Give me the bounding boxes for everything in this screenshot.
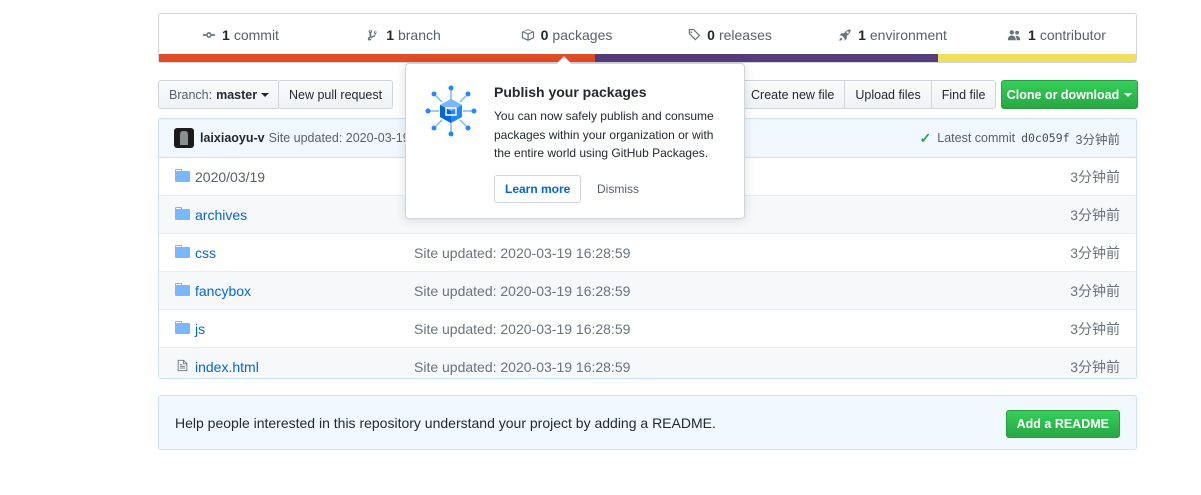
readme-prompt-text: Help people interested in this repositor… [175, 414, 716, 431]
packages-link[interactable]: 0 packages [485, 14, 648, 56]
table-row: css Site updated: 2020-03-19 16:28:59 3分… [159, 233, 1136, 271]
package-icon [521, 29, 534, 41]
folder-icon [175, 245, 190, 258]
check-icon: ✓ [919, 129, 932, 146]
file-name[interactable]: archives [195, 207, 247, 223]
commits-label: commit [233, 27, 279, 43]
packages-illustration-icon [425, 85, 477, 137]
add-readme-button[interactable]: Add a README [1005, 410, 1120, 438]
file-name[interactable]: fancybox [195, 283, 251, 299]
chevron-down-icon [1124, 92, 1133, 97]
file-age: 3分钟前 [1070, 320, 1120, 337]
file-age: 3分钟前 [1070, 168, 1120, 185]
latest-commit: ✓ Latest commit d0c059f 3分钟前 [920, 119, 1120, 157]
commit-icon [202, 32, 216, 38]
create-new-file-label: Create new file [751, 87, 835, 102]
file-name[interactable]: css [195, 245, 216, 261]
people-icon [1007, 30, 1021, 41]
folder-icon [175, 283, 190, 296]
clone-or-download-label: Clone or download [1006, 87, 1120, 102]
upload-files-label: Upload files [855, 87, 921, 102]
contributors-link[interactable]: 1 contributor [974, 14, 1138, 56]
branch-icon [367, 29, 377, 41]
file-age: 3分钟前 [1070, 206, 1120, 223]
file-actions-group: Create new file Upload files Find file [740, 80, 997, 109]
packages-popover: Publish your packages You can now safely… [405, 56, 745, 219]
find-file-label: Find file [941, 87, 986, 102]
latest-commit-label: Latest commit [937, 131, 1016, 145]
branch-name: master [216, 87, 258, 102]
packages-label: packages [552, 27, 613, 43]
tag-icon [688, 28, 701, 41]
commits-link[interactable]: 1 commit [159, 14, 322, 56]
popover-title: Publish your packages [494, 84, 647, 100]
environments-link[interactable]: 1 environment [811, 14, 974, 56]
file-commit-message[interactable]: Site updated: 2020-03-19 16:28:59 [414, 359, 630, 375]
file-age: 3分钟前 [1070, 282, 1120, 299]
file-name[interactable]: 2020/03/19 [195, 169, 265, 185]
file-name[interactable]: js [195, 321, 205, 337]
commit-author[interactable]: laixiaoyu-v [200, 131, 265, 145]
find-file-button[interactable]: Find file [930, 80, 997, 109]
add-readme-label: Add a README [1016, 417, 1109, 431]
file-icon [177, 359, 188, 372]
numbers-summary: 1 commit 1 branch 0 packages 0 releases … [158, 13, 1137, 63]
commits-count: 1 [222, 27, 230, 43]
language-segment [938, 54, 1136, 62]
file-commit-message[interactable]: Site updated: 2020-03-19 16:28:59 [414, 321, 630, 337]
branch-select-button[interactable]: Branch: master [158, 80, 281, 109]
contributors-label: contributor [1039, 27, 1106, 43]
file-commit-message[interactable]: Site updated: 2020-03-19 16:28:59 [414, 283, 630, 299]
avatar[interactable] [174, 128, 194, 148]
language-bar[interactable] [159, 54, 1136, 62]
releases-link[interactable]: 0 releases [648, 14, 811, 56]
language-segment [159, 54, 596, 62]
file-commit-message[interactable]: Site updated: 2020-03-19 16:28:59 [414, 245, 630, 261]
contributors-count: 1 [1028, 27, 1036, 43]
branch-prefix: Branch: [169, 87, 213, 102]
summary-items: 1 commit 1 branch 0 packages 0 releases … [159, 14, 1136, 56]
folder-icon [175, 169, 190, 182]
readme-prompt: Help people interested in this repositor… [158, 395, 1137, 450]
rocket-icon [839, 29, 851, 41]
chevron-down-icon [261, 92, 270, 97]
file-age: 3分钟前 [1070, 358, 1120, 375]
new-pull-request-label: New pull request [289, 87, 383, 102]
branches-link[interactable]: 1 branch [322, 14, 485, 56]
file-name[interactable]: index.html [195, 359, 259, 375]
commit-sha[interactable]: d0c059f [1021, 131, 1069, 145]
releases-count: 0 [707, 27, 715, 43]
popover-body: You can now safely publish and consume p… [494, 109, 714, 160]
folder-icon [175, 207, 190, 220]
new-pull-request-button[interactable]: New pull request [278, 80, 394, 109]
language-segment [595, 54, 939, 62]
file-age: 3分钟前 [1070, 244, 1120, 261]
table-row: index.html Site updated: 2020-03-19 16:2… [159, 347, 1136, 378]
table-row: js Site updated: 2020-03-19 16:28:59 3分钟… [159, 309, 1136, 347]
releases-label: releases [718, 27, 772, 43]
clone-or-download-button[interactable]: Clone or download [1001, 80, 1138, 109]
branches-count: 1 [386, 27, 394, 43]
commit-age: 3分钟前 [1075, 132, 1120, 147]
packages-count: 0 [540, 27, 549, 43]
commit-message[interactable]: Site updated: 2020-03-19 1 [269, 131, 421, 145]
table-row: fancybox Site updated: 2020-03-19 16:28:… [159, 271, 1136, 309]
create-new-file-button[interactable]: Create new file [740, 80, 846, 109]
learn-more-button[interactable]: Learn more [494, 175, 582, 203]
dismiss-button[interactable]: Dismiss [597, 182, 639, 196]
environments-count: 1 [858, 27, 866, 43]
environments-label: environment [869, 27, 947, 43]
upload-files-button[interactable]: Upload files [844, 80, 932, 109]
folder-icon [175, 321, 190, 334]
branches-label: branch [397, 27, 441, 43]
